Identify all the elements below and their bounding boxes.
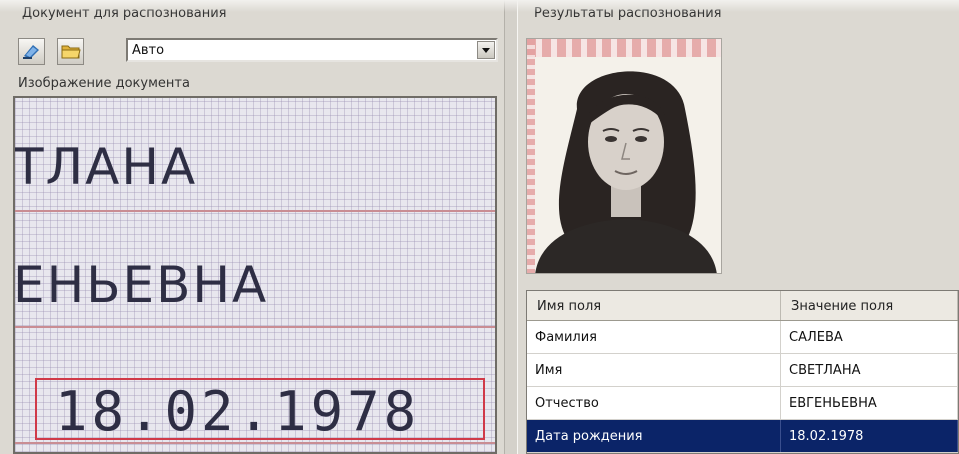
mode-select[interactable]: Авто (126, 38, 498, 62)
table-row[interactable]: Отчество ЕВГЕНЬЕВНА (527, 387, 958, 420)
portrait-icon (535, 71, 717, 273)
document-text-date: 18.02.1978 (55, 380, 421, 443)
table-header: Имя поля Значение поля (527, 291, 958, 321)
folder-icon (61, 45, 81, 59)
dropdown-arrow-button[interactable] (477, 41, 495, 59)
document-text-firstname: ТЛАНА (13, 138, 198, 196)
table-row-selected[interactable]: Дата рождения 18.02.1978 (527, 420, 958, 453)
table-cell-field: Имя (527, 354, 781, 386)
document-line (15, 326, 495, 328)
column-header-field-name[interactable]: Имя поля (527, 291, 781, 320)
chevron-down-icon (482, 47, 490, 53)
scanner-icon (23, 45, 39, 59)
document-text-patronymic: ЕНЬЕВНА (13, 256, 269, 314)
table-cell-field: Фамилия (527, 321, 781, 353)
table-cell-value: ЕВГЕНЬЕВНА (781, 387, 958, 419)
table-row[interactable]: Фамилия САЛЕВА (527, 321, 958, 354)
scan-button[interactable] (18, 38, 45, 65)
table-cell-field: Отчество (527, 387, 781, 419)
column-header-field-value[interactable]: Значение поля (781, 291, 958, 320)
table-cell-field: Дата рождения (527, 420, 781, 452)
document-image[interactable]: ТЛАНА ЕНЬЕВНА 18.02.1978 (13, 96, 497, 454)
document-line (15, 210, 495, 212)
table-cell-value: САЛЕВА (781, 321, 958, 353)
image-label: Изображение документа (18, 76, 190, 91)
table-cell-value: 18.02.1978 (781, 420, 958, 452)
recognition-highlight-box: 18.02.1978 (35, 378, 485, 443)
portrait-photo (526, 38, 722, 274)
panel-splitter[interactable] (504, 0, 518, 454)
group-title-results: Результаты распознования (534, 6, 722, 21)
open-folder-button[interactable] (57, 38, 84, 65)
table-cell-value: СВЕТЛАНА (781, 354, 958, 386)
group-title-document: Документ для распознования (22, 6, 227, 21)
table-row[interactable]: Имя СВЕТЛАНА (527, 354, 958, 387)
results-table[interactable]: Имя поля Значение поля Фамилия САЛЕВА Им… (526, 290, 959, 454)
mode-select-value: Авто (132, 43, 165, 58)
